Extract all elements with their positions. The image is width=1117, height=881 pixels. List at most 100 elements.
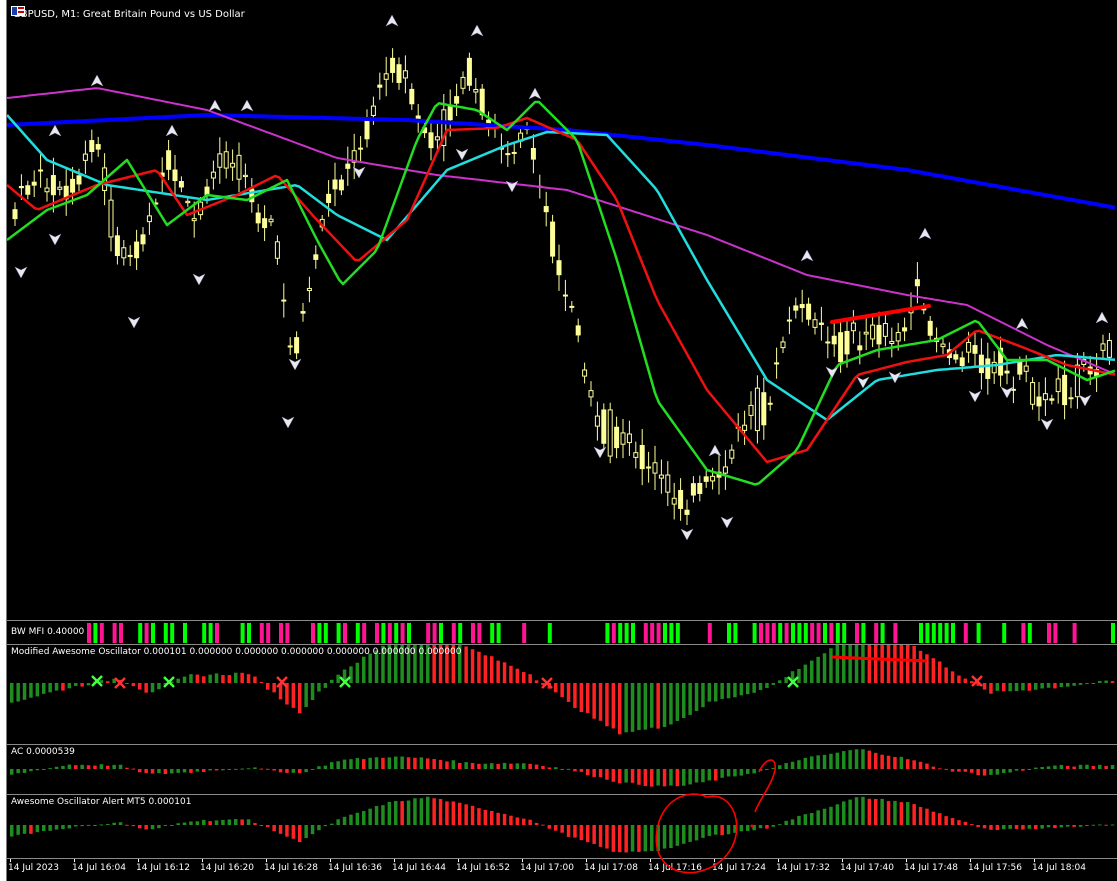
ac-histogram-bar xyxy=(528,763,532,769)
candle-body xyxy=(646,466,652,469)
candle-body xyxy=(114,235,120,257)
ao-alert-histogram-bar xyxy=(451,801,456,825)
candle-body xyxy=(1049,398,1055,401)
ao-alert-histogram-bar xyxy=(918,806,923,825)
ao-alert-histogram-bar xyxy=(1014,825,1019,829)
time-axis-label: 14 Jul 16:04 xyxy=(72,863,126,873)
ao-alert-histogram-bar xyxy=(784,820,788,825)
ao-alert-histogram-bar xyxy=(1104,824,1108,826)
candle-body xyxy=(953,354,959,360)
candle-body xyxy=(966,341,972,353)
candle-body xyxy=(722,466,728,474)
ac-histogram-bar xyxy=(637,769,641,785)
ao-alert-pane[interactable]: Awesome Oscillator Alert MT5 0.000101 xyxy=(7,794,1117,858)
mfi-bar xyxy=(931,623,936,643)
ao-alert-histogram-bar xyxy=(566,825,571,837)
ac-histogram-bar xyxy=(714,769,718,781)
ac-histogram-bar xyxy=(1008,769,1012,773)
ao-alert-histogram-bar xyxy=(720,825,724,836)
candle-body xyxy=(902,327,908,332)
mao-histogram-bar xyxy=(848,645,852,683)
mao-histogram-bar xyxy=(1040,683,1044,689)
ac-histogram-bar xyxy=(662,769,667,787)
mfi-bar xyxy=(880,623,885,643)
ac-histogram-bar xyxy=(707,769,712,781)
mfi-bar xyxy=(439,623,443,643)
bw-mfi-pane[interactable]: BW MFI 0.40000 xyxy=(7,620,1117,644)
mao-histogram-bar xyxy=(522,672,526,683)
ao-alert-histogram-bar xyxy=(842,801,846,825)
candle-body xyxy=(1106,339,1112,358)
candle-body xyxy=(454,96,460,104)
ac-pane[interactable]: AC 0.0000539 xyxy=(7,744,1117,794)
mao-histogram-bar xyxy=(752,683,756,693)
mao-histogram-bar xyxy=(931,658,936,683)
mao-histogram-bar xyxy=(867,645,872,683)
ao-alert-histogram-bar xyxy=(112,822,116,825)
candle-body xyxy=(249,188,255,203)
ao-alert-histogram-bar xyxy=(285,825,289,837)
mao-histogram-bar xyxy=(1072,683,1076,686)
time-axis-tick xyxy=(714,859,715,862)
mao-histogram-bar xyxy=(618,683,622,735)
fractal-down-arrow xyxy=(455,148,469,161)
candle-body xyxy=(614,426,620,449)
fractal-down-arrow xyxy=(352,166,366,179)
fractal-up-arrow xyxy=(385,14,399,27)
mao-histogram-bar xyxy=(35,683,40,697)
chart-window[interactable]: GBPUSD, M1: Great Britain Pound vs US Do… xyxy=(7,0,1117,881)
ac-histogram-bar xyxy=(10,769,14,775)
ao-alert-histogram-bar xyxy=(931,811,936,825)
ac-histogram-bar xyxy=(912,760,916,769)
ao-alert-histogram-bar xyxy=(643,825,648,852)
ao-alert-histogram-bar xyxy=(1008,825,1012,829)
mao-histogram-bar xyxy=(1110,681,1115,683)
time-axis-tick xyxy=(10,859,11,862)
candle-body xyxy=(178,181,184,188)
mao-histogram-bar xyxy=(765,683,769,688)
mfi-bar xyxy=(663,623,667,643)
ac-histogram-bar xyxy=(336,761,340,769)
mao-histogram-bar xyxy=(893,645,897,683)
candle-body xyxy=(18,185,24,189)
candle-body xyxy=(255,212,261,224)
ao-alert-histogram-bar xyxy=(54,825,59,830)
ao-alert-histogram-bar xyxy=(189,821,193,825)
ao-alert-histogram-bar xyxy=(458,802,462,825)
price-chart-canvas[interactable] xyxy=(7,0,1117,620)
ao-alert-histogram-bar xyxy=(349,814,353,825)
ac-histogram-bar xyxy=(1072,766,1076,769)
main-price-pane[interactable]: GBPUSD, M1: Great Britain Pound vs US Do… xyxy=(7,0,1117,620)
mao-histogram-bar xyxy=(886,645,891,683)
modified-awesome-oscillator-pane[interactable]: Modified Awesome Oscillator 0.000101 0.0… xyxy=(7,644,1117,744)
ac-histogram-bar xyxy=(618,769,622,784)
mfi-bar xyxy=(919,623,923,643)
bw-mfi-canvas xyxy=(87,623,1115,643)
ao-alert-histogram-bar xyxy=(554,825,558,831)
ac-histogram-bar xyxy=(253,767,257,769)
candle-body xyxy=(127,254,133,257)
candle-body xyxy=(300,311,306,314)
candle-body xyxy=(780,341,786,349)
ao-alert-histogram-bar xyxy=(445,801,449,825)
candle-body xyxy=(313,254,319,260)
ac-histogram-bar xyxy=(656,769,660,786)
ac-histogram-bar xyxy=(682,769,686,786)
mao-histogram-bar xyxy=(227,675,232,683)
mfi-bar xyxy=(285,623,290,643)
candle-body xyxy=(978,354,984,374)
mao-histogram-bar xyxy=(240,672,244,683)
mao-histogram-bar xyxy=(362,656,366,683)
mfi-bar xyxy=(355,623,360,643)
ao-alert-histogram-bar xyxy=(886,801,891,825)
candle-body xyxy=(812,319,818,328)
mao-histogram-bar xyxy=(874,645,878,683)
mfi-bar xyxy=(407,623,411,643)
ao-alert-histogram-bar xyxy=(662,825,667,849)
ac-histogram-bar xyxy=(771,767,776,769)
ao-alert-histogram-bar xyxy=(502,813,507,825)
mao-histogram-bar xyxy=(688,683,692,715)
mao-histogram-bar xyxy=(16,683,20,702)
ao-alert-histogram-bar xyxy=(1034,825,1038,830)
mao-histogram-bar xyxy=(598,683,603,721)
